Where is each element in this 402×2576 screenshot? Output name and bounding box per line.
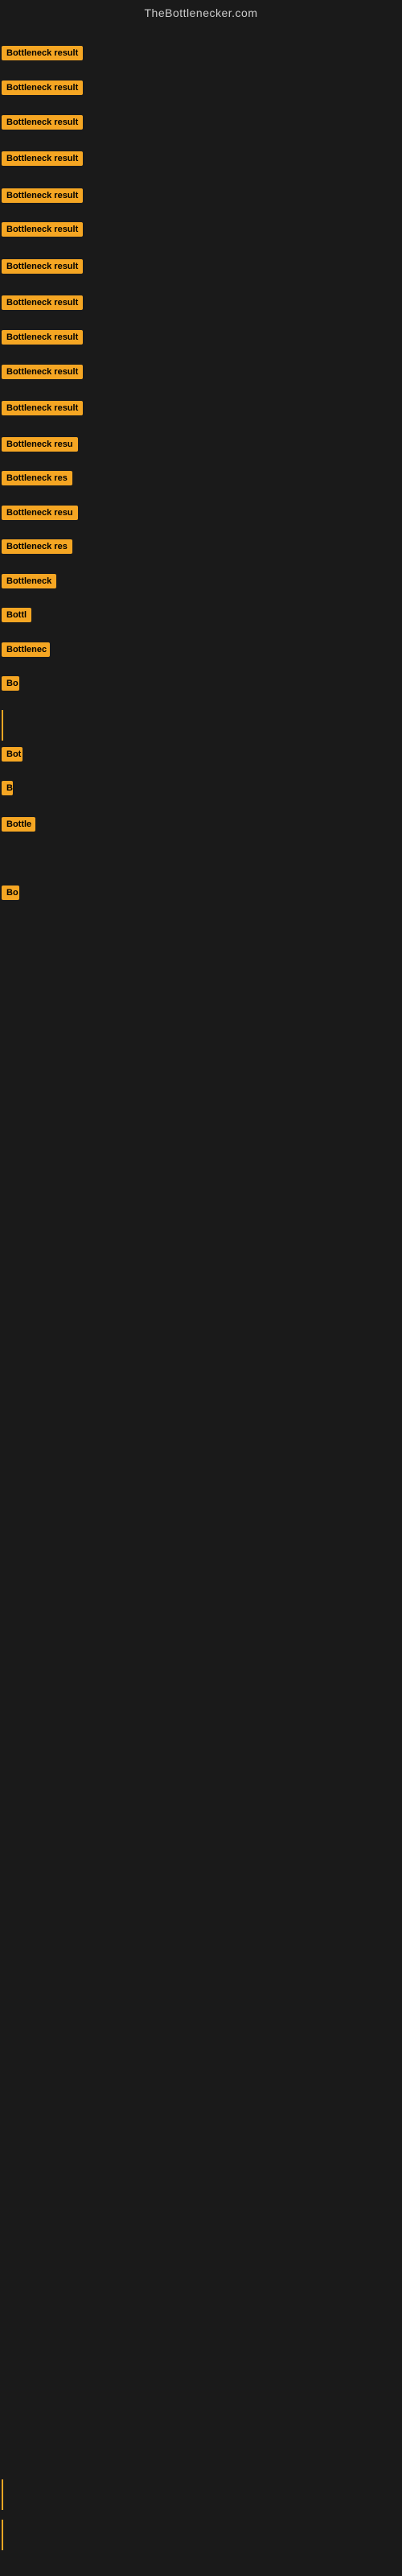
bottleneck-result-row-15: Bottleneck res bbox=[2, 539, 72, 558]
bottleneck-badge-12: Bottleneck resu bbox=[2, 437, 78, 452]
bottleneck-result-row-14: Bottleneck resu bbox=[2, 506, 78, 524]
bottleneck-badge-20: Bot bbox=[2, 747, 23, 762]
bottleneck-badge-1: Bottleneck result bbox=[2, 46, 83, 60]
bottleneck-badge-8: Bottleneck result bbox=[2, 295, 83, 310]
bottleneck-result-row-6: Bottleneck result bbox=[2, 222, 83, 241]
vertical-line-1 bbox=[2, 710, 3, 741]
bottleneck-result-row-9: Bottleneck result bbox=[2, 330, 83, 349]
vertical-line-3 bbox=[2, 2520, 3, 2550]
vertical-line-2 bbox=[2, 2479, 3, 2510]
bottleneck-result-row-3: Bottleneck result bbox=[2, 115, 83, 134]
bottleneck-badge-14: Bottleneck resu bbox=[2, 506, 78, 520]
bottleneck-badge-19: Bo bbox=[2, 676, 19, 691]
bottleneck-result-row-22: Bottle bbox=[2, 817, 35, 836]
bottleneck-badge-23: Bo bbox=[2, 886, 19, 900]
bottleneck-badge-18: Bottlenec bbox=[2, 642, 50, 657]
bottleneck-result-row-21: B bbox=[2, 781, 13, 799]
bottleneck-result-row-13: Bottleneck res bbox=[2, 471, 72, 489]
bottleneck-result-row-20: Bot bbox=[2, 747, 23, 766]
bottleneck-result-row-18: Bottlenec bbox=[2, 642, 50, 661]
bottleneck-result-row-1: Bottleneck result bbox=[2, 46, 83, 64]
bottleneck-badge-6: Bottleneck result bbox=[2, 222, 83, 237]
bottleneck-result-row-11: Bottleneck result bbox=[2, 401, 83, 419]
bottleneck-badge-13: Bottleneck res bbox=[2, 471, 72, 485]
bottleneck-badge-4: Bottleneck result bbox=[2, 151, 83, 166]
bottleneck-result-row-5: Bottleneck result bbox=[2, 188, 83, 207]
bottleneck-result-row-19: Bo bbox=[2, 676, 19, 695]
bottleneck-badge-16: Bottleneck bbox=[2, 574, 56, 588]
bottleneck-badge-17: Bottl bbox=[2, 608, 31, 622]
bottleneck-badge-21: B bbox=[2, 781, 13, 795]
site-title: TheBottlenecker.com bbox=[0, 0, 402, 26]
bottleneck-result-row-2: Bottleneck result bbox=[2, 80, 83, 99]
bottleneck-result-row-7: Bottleneck result bbox=[2, 259, 83, 278]
bottleneck-result-row-23: Bo bbox=[2, 886, 19, 904]
bottleneck-result-row-16: Bottleneck bbox=[2, 574, 56, 592]
bottleneck-result-row-8: Bottleneck result bbox=[2, 295, 83, 314]
bottleneck-badge-15: Bottleneck res bbox=[2, 539, 72, 554]
bottleneck-badge-11: Bottleneck result bbox=[2, 401, 83, 415]
bottleneck-badge-3: Bottleneck result bbox=[2, 115, 83, 130]
bottleneck-badge-5: Bottleneck result bbox=[2, 188, 83, 203]
bottleneck-result-row-4: Bottleneck result bbox=[2, 151, 83, 170]
bottleneck-badge-22: Bottle bbox=[2, 817, 35, 832]
bottleneck-badge-7: Bottleneck result bbox=[2, 259, 83, 274]
bottleneck-result-row-17: Bottl bbox=[2, 608, 31, 626]
bottleneck-badge-9: Bottleneck result bbox=[2, 330, 83, 345]
bottleneck-badge-2: Bottleneck result bbox=[2, 80, 83, 95]
bottleneck-result-row-12: Bottleneck resu bbox=[2, 437, 78, 456]
bottleneck-result-row-10: Bottleneck result bbox=[2, 365, 83, 383]
bottleneck-badge-10: Bottleneck result bbox=[2, 365, 83, 379]
